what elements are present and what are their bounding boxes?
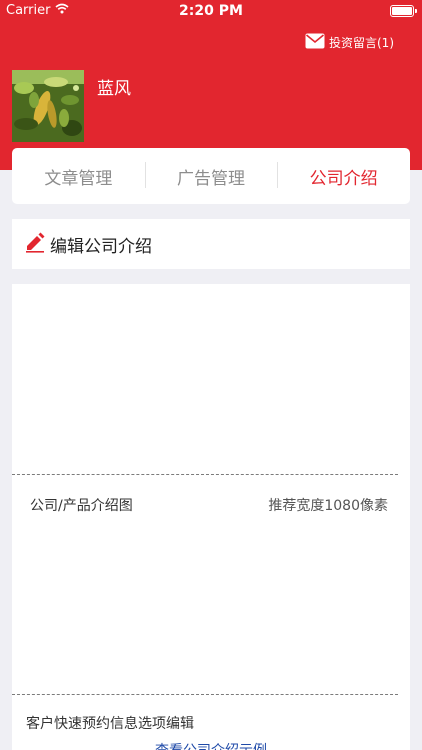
pencil-icon bbox=[24, 231, 46, 257]
section-title: 编辑公司介绍 bbox=[50, 236, 152, 257]
avatar[interactable] bbox=[12, 70, 84, 142]
image-upload-area[interactable] bbox=[12, 284, 410, 474]
tab-articles[interactable]: 文章管理 bbox=[12, 164, 145, 189]
envelope-icon bbox=[305, 33, 325, 52]
image-preview-area[interactable] bbox=[12, 520, 410, 692]
status-bar: Carrier 2:20 PM bbox=[0, 0, 422, 22]
intro-edit-card: 公司/产品介绍图 推荐宽度1080像素 客户快速预约信息选项编辑 bbox=[12, 284, 410, 750]
divider bbox=[12, 694, 398, 695]
booking-options-label[interactable]: 客户快速预约信息选项编辑 bbox=[26, 713, 194, 733]
tab-company-intro[interactable]: 公司介绍 bbox=[277, 161, 410, 189]
view-example-link[interactable]: 查看公司介绍示例 bbox=[0, 740, 422, 750]
image-hint: 推荐宽度1080像素 bbox=[268, 498, 388, 514]
investment-message-label: 投资留言(1) bbox=[329, 36, 394, 50]
battery-icon bbox=[390, 5, 417, 17]
investment-message-link[interactable]: 投资留言(1) bbox=[305, 33, 394, 52]
management-tabs: 文章管理 广告管理 公司介绍 bbox=[12, 148, 410, 204]
status-time: 2:20 PM bbox=[179, 3, 243, 19]
username: 蓝风 bbox=[97, 79, 131, 99]
edit-intro-header: 编辑公司介绍 bbox=[12, 219, 410, 269]
profile-header: 投资留言(1) 蓝风 bbox=[0, 0, 422, 170]
divider bbox=[12, 474, 398, 475]
tab-ads[interactable]: 广告管理 bbox=[144, 161, 278, 189]
image-label: 公司/产品介绍图 bbox=[30, 498, 133, 514]
